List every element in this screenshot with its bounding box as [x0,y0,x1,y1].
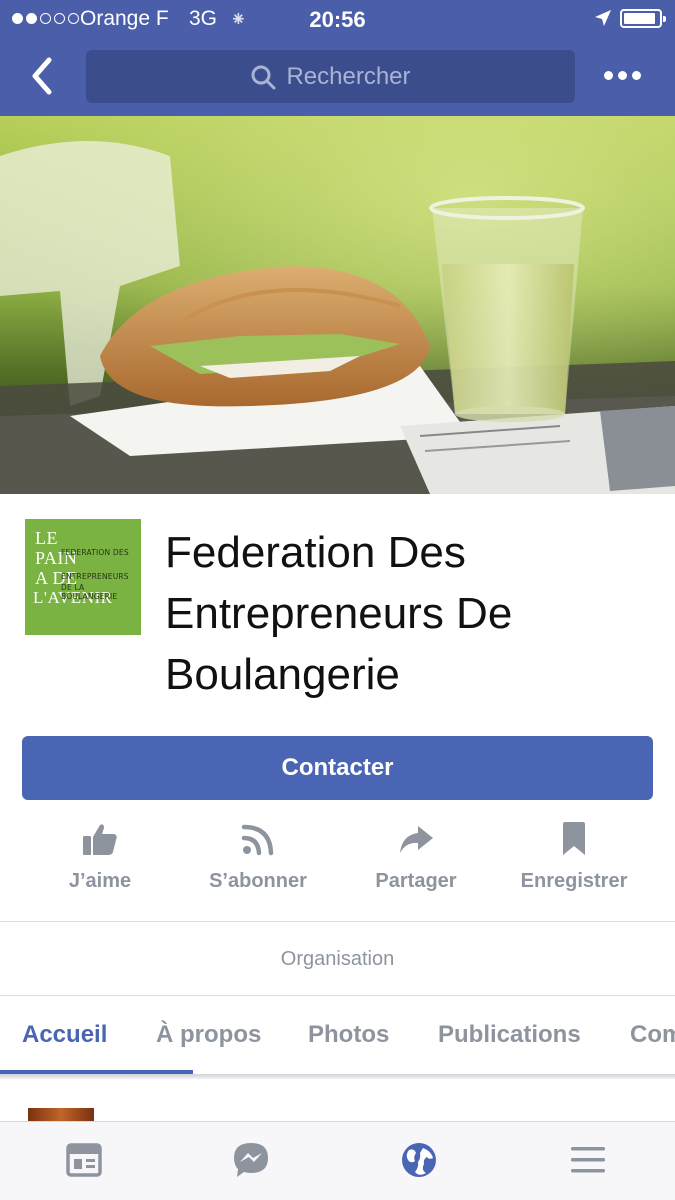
location-arrow-icon [595,10,611,26]
search-icon [251,65,276,89]
search-input[interactable]: Rechercher [86,50,575,103]
menu-icon[interactable] [568,1140,608,1180]
page-title-line: Boulangerie [165,650,400,699]
more-dots-icon [604,70,613,80]
logo-small-text: ENTREPRENEURS [61,572,129,581]
more-options-button[interactable] [604,66,648,84]
tab-posts[interactable]: Publications [438,1021,581,1049]
search-placeholder: Rechercher [286,62,411,90]
subscribe-button[interactable]: S’abonner [178,822,338,893]
status-bar: Orange F 3G ⁕ 20:56 [0,0,675,40]
post-avatar[interactable] [28,1108,94,1122]
contact-button[interactable]: Contacter [22,736,653,800]
page-tabs: Accueil À propos Photos Publications Com… [0,997,675,1077]
divider [0,921,675,922]
save-label: Enregistrer [520,870,628,892]
share-label: Partager [375,870,457,892]
save-button[interactable]: Enregistrer [494,822,654,893]
rss-icon [241,824,274,856]
logo-small-text: DE LA BOULANGERIE [61,583,118,601]
cover-photo[interactable] [0,116,675,494]
page-title-line: Federation Des [165,528,466,577]
subscribe-label: S’abonner [209,870,307,892]
cover-image [0,116,675,494]
page-title-line: Entrepreneurs De [165,589,513,638]
page-category: Organisation [280,948,395,970]
like-button[interactable]: J’aime [20,822,180,893]
globe-icon[interactable] [399,1140,439,1180]
logo-small-text: FEDERATION DES [61,548,129,557]
share-arrow-icon [400,826,433,853]
logo-text-line: LE [35,528,58,548]
bottom-navigation [0,1121,675,1200]
bookmark-icon [563,822,585,855]
share-button[interactable]: Partager [336,822,496,893]
thumbs-up-icon [83,824,117,855]
tab-photos[interactable]: Photos [308,1021,389,1049]
page-logo[interactable]: LE PAIN A DE L'AVENIR FEDERATION DES ENT… [25,519,141,635]
news-feed-icon[interactable] [64,1140,104,1180]
clock: 20:56 [309,7,366,32]
back-button[interactable] [22,55,62,97]
messenger-icon[interactable] [231,1140,271,1180]
top-header: Orange F 3G ⁕ 20:56 Rechercher [0,0,675,116]
action-row: J’aime S’abonner Partager Enregistrer [0,822,675,902]
battery-icon [620,9,666,28]
tab-about[interactable]: À propos [156,1021,261,1049]
tab-home[interactable]: Accueil [22,1021,107,1049]
page-title: Federation Des Entrepreneurs De Boulange… [165,522,665,705]
like-label: J’aime [68,870,132,892]
tabs-shadow [0,1074,675,1079]
divider [0,995,675,996]
chevron-left-icon [32,57,52,95]
tab-community[interactable]: Communauté [630,1021,675,1049]
